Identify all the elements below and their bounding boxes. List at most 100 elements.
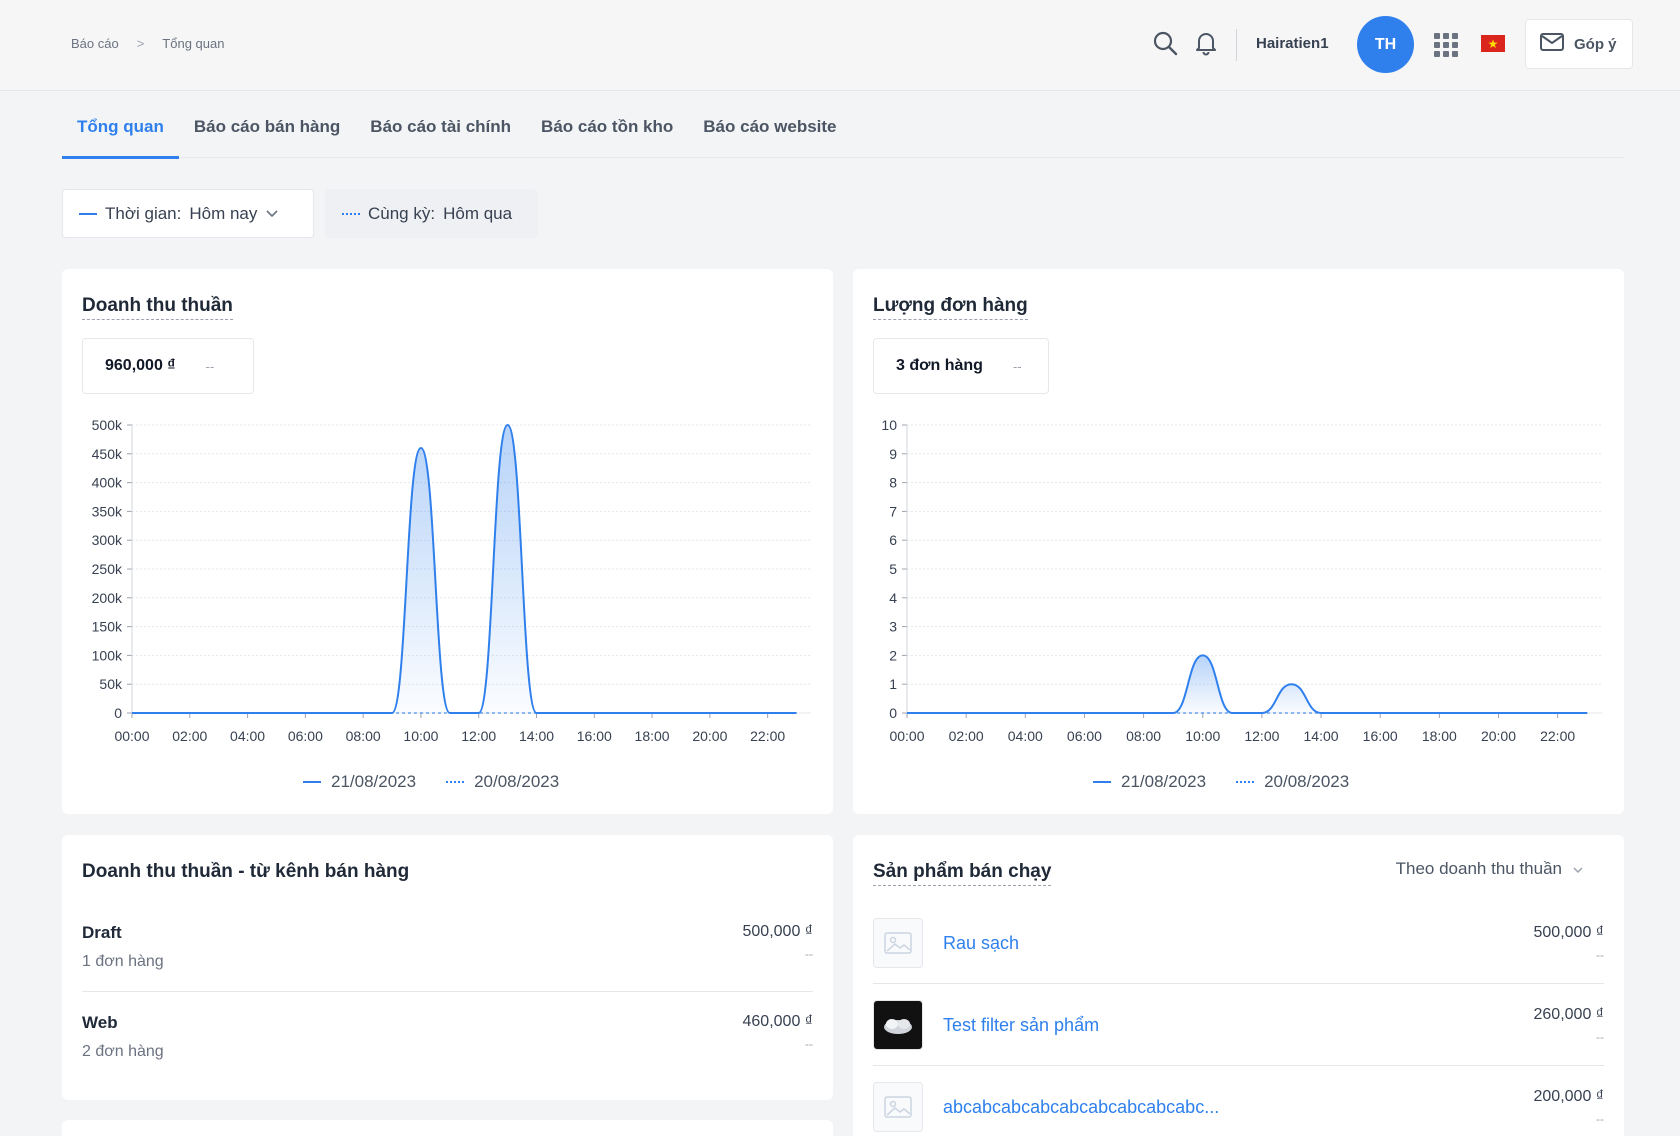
- orders-chart-svg: 0 1 2 3 4 5 6 7 8 9 10 00:00 02:00 04:00 06:00 08:00 10:…: [881, 417, 1602, 744]
- top-products-title[interactable]: Sản phẩm bán chạy: [873, 861, 1052, 886]
- chevron-down-icon: [265, 204, 279, 224]
- tab-label: Báo cáo tài chính: [370, 117, 512, 136]
- y-tick-label: 400k: [92, 475, 123, 491]
- product-name-link[interactable]: Rau sạch: [943, 933, 1019, 954]
- x-tick-label: 06:00: [1067, 728, 1102, 744]
- image-placeholder-icon: [873, 1082, 923, 1132]
- image-placeholder-icon: [873, 918, 923, 968]
- x-tick-label: 10:00: [403, 728, 438, 744]
- bell-icon[interactable]: [1193, 30, 1219, 56]
- product-amount: 260,000 ₫: [1533, 1006, 1605, 1023]
- row-divider: [873, 983, 1604, 984]
- legend-label: 21/08/2023: [331, 772, 417, 791]
- apps-grid-icon[interactable]: [1434, 33, 1458, 57]
- y-tick-label: 8: [889, 475, 897, 491]
- dashed-line-marker: [342, 212, 360, 215]
- legend-item-previous[interactable]: 20/08/2023: [446, 772, 559, 792]
- legend-item-previous[interactable]: 20/08/2023: [1236, 772, 1349, 792]
- x-tick-label: 04:00: [1008, 728, 1043, 744]
- y-tick-label: 6: [889, 532, 897, 548]
- channel-row[interactable]: Draft 1 đơn hàng 500,000 ₫ --: [82, 923, 813, 983]
- y-tick-label: 0: [889, 705, 897, 721]
- channel-name: Web: [82, 1013, 118, 1032]
- row-divider: [873, 1065, 1604, 1066]
- time-filter-label: Thời gian:: [105, 203, 182, 223]
- time-filter-dropdown[interactable]: Thời gian: Hôm nay: [62, 189, 314, 238]
- chevron-down-icon: [1572, 859, 1584, 879]
- channel-order-count: 1 đơn hàng: [82, 953, 164, 970]
- x-tick-label: 16:00: [577, 728, 612, 744]
- y-tick-label: 5: [889, 561, 897, 577]
- x-tick-label: 08:00: [1126, 728, 1161, 744]
- tab-overview[interactable]: Tổng quan: [62, 96, 179, 159]
- product-name-link[interactable]: Test filter sản phẩm: [943, 1015, 1099, 1036]
- breadcrumb-item-reports[interactable]: Báo cáo: [71, 36, 119, 51]
- search-icon[interactable]: [1152, 30, 1178, 56]
- orders-card: Lượng đơn hàng 3 đơn hàng -- 01234567891…: [853, 269, 1624, 814]
- tab-finance-report[interactable]: Báo cáo tài chính: [355, 96, 526, 158]
- sort-dropdown[interactable]: Theo doanh thu thuần: [1396, 859, 1584, 879]
- channel-row[interactable]: Web 2 đơn hàng 460,000 ₫ --: [82, 1013, 813, 1073]
- report-tabs: Tổng quan Báo cáo bán hàng Báo cáo tài c…: [62, 96, 1624, 159]
- y-tick-label: 450k: [92, 446, 123, 462]
- x-tick-label: 20:00: [692, 728, 727, 744]
- product-row[interactable]: Rau sạch 500,000 ₫ --: [873, 918, 1604, 972]
- revenue-card: Doanh thu thuần 960,000 ₫ -- 0 50k 100k 150…: [62, 269, 833, 814]
- channel-compare: --: [805, 1037, 813, 1051]
- legend-item-current[interactable]: 21/08/2023: [303, 772, 416, 792]
- revenue-chart: 0 50k 100k 150k 200k 250k 300k 350k 400k 450k 500k…: [62, 269, 833, 769]
- x-tick-label: 06:00: [288, 728, 323, 744]
- x-tick-label: 22:00: [750, 728, 785, 744]
- y-tick-label: 350k: [92, 503, 123, 519]
- vn-flag-icon[interactable]: ★: [1481, 35, 1505, 52]
- x-tick-label: 20:00: [1481, 728, 1516, 744]
- revenue-chart-svg: 0 50k 100k 150k 200k 250k 300k 350k 400k 450k 500k…: [92, 417, 811, 744]
- y-tick-label: 3: [889, 619, 897, 635]
- feedback-label: Góp ý: [1574, 35, 1617, 53]
- x-tick-label: 16:00: [1363, 728, 1398, 744]
- product-amount: 500,000 ₫: [1533, 924, 1605, 941]
- username[interactable]: Hairatien1: [1256, 35, 1329, 52]
- legend-item-current[interactable]: 21/08/2023: [1093, 772, 1206, 792]
- legend-label: 21/08/2023: [1121, 772, 1207, 791]
- x-tick-label: 02:00: [949, 728, 984, 744]
- x-tick-label: 18:00: [635, 728, 670, 744]
- channel-compare: --: [805, 947, 813, 961]
- x-tick-label: 08:00: [346, 728, 381, 744]
- next-card: [62, 1120, 833, 1136]
- y-tick-label: 0: [114, 705, 122, 721]
- tab-inventory-report[interactable]: Báo cáo tồn kho: [526, 96, 688, 158]
- product-name-link[interactable]: abcabcabcabcabcabcabcabcabc...: [943, 1097, 1219, 1118]
- x-tick-label: 00:00: [114, 728, 149, 744]
- x-tick-label: 12:00: [461, 728, 496, 744]
- header-divider: [1236, 29, 1237, 61]
- feedback-button[interactable]: Góp ý: [1525, 19, 1633, 69]
- tab-sales-report[interactable]: Báo cáo bán hàng: [179, 96, 355, 158]
- sort-label: Theo doanh thu thuần: [1395, 859, 1562, 878]
- mail-icon: [1540, 33, 1564, 55]
- y-tick-label: 50k: [99, 676, 123, 692]
- orders-chart-legend: 21/08/2023 20/08/2023: [1093, 772, 1349, 792]
- x-tick-label: 14:00: [519, 728, 554, 744]
- y-tick-label: 1: [889, 676, 897, 692]
- channel-amount: 500,000 ₫: [742, 923, 814, 940]
- channel-card-title: Doanh thu thuần - từ kênh bán hàng: [82, 861, 410, 882]
- channel-name: Draft: [82, 923, 122, 942]
- breadcrumb-item-overview: Tổng quan: [162, 36, 225, 51]
- tab-website-report[interactable]: Báo cáo website: [688, 96, 851, 158]
- y-tick-label: 150k: [92, 619, 123, 635]
- compare-filter-label: Cùng kỳ:: [368, 203, 436, 223]
- tab-label: Báo cáo bán hàng: [193, 117, 341, 136]
- x-tick-label: 12:00: [1244, 728, 1279, 744]
- tab-label: Báo cáo website: [703, 117, 837, 136]
- y-tick-label: 200k: [92, 590, 123, 606]
- compare-filter-value: Hôm qua: [443, 203, 513, 223]
- y-tick-label: 4: [889, 590, 897, 606]
- product-photo: [873, 1000, 923, 1050]
- tab-label: Tổng quan: [77, 117, 164, 136]
- x-tick-label: 18:00: [1422, 728, 1457, 744]
- compare-filter[interactable]: Cùng kỳ: Hôm qua: [325, 189, 538, 238]
- product-row[interactable]: Test filter sản phẩm 260,000 ₫ --: [873, 1000, 1604, 1054]
- avatar[interactable]: TH: [1357, 16, 1414, 73]
- product-row[interactable]: abcabcabcabcabcabcabcabcabc... 200,000 ₫…: [873, 1082, 1604, 1136]
